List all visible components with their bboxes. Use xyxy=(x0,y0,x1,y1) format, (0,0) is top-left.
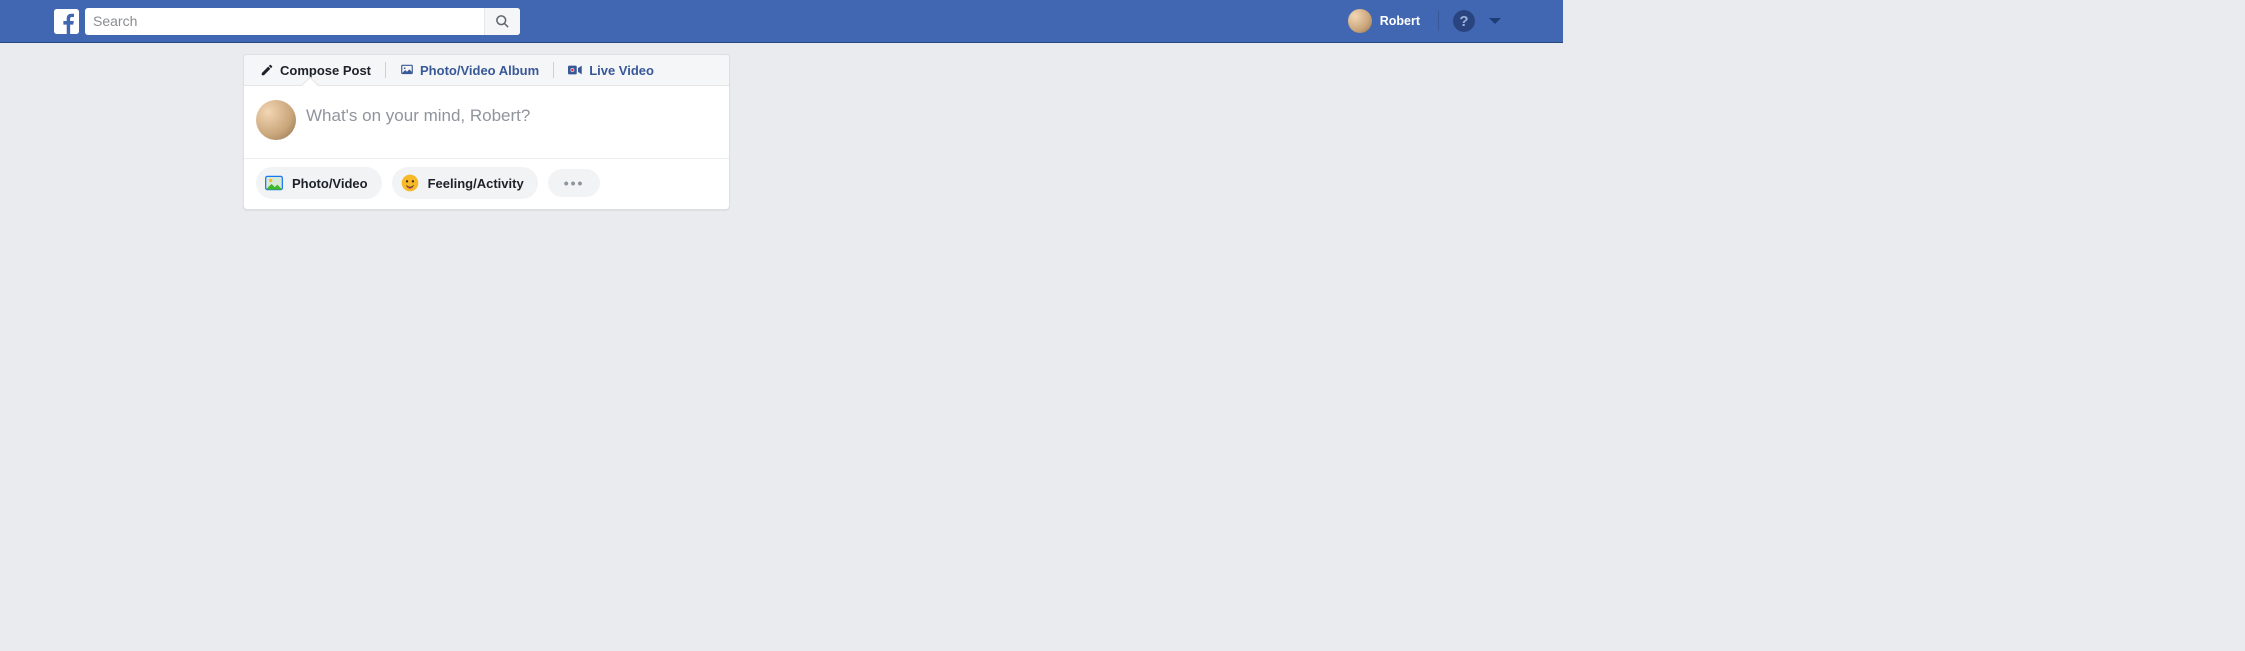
account-menu-dropdown[interactable] xyxy=(1489,18,1501,24)
search-button[interactable] xyxy=(484,8,520,35)
help-button[interactable]: ? xyxy=(1453,10,1475,32)
tab-compose-label: Compose Post xyxy=(280,63,371,78)
post-composer: Compose Post Photo/Video Album xyxy=(243,54,730,210)
divider xyxy=(553,62,554,78)
add-photo-video-button[interactable]: Photo/Video xyxy=(256,167,382,199)
tab-live-label: Live Video xyxy=(589,63,654,78)
profile-link[interactable]: Robert xyxy=(1344,9,1424,33)
pencil-icon xyxy=(260,63,274,77)
photo-video-label: Photo/Video xyxy=(292,176,368,191)
tab-album-label: Photo/Video Album xyxy=(420,63,539,78)
avatar xyxy=(256,100,296,140)
search-input[interactable] xyxy=(85,8,520,35)
divider xyxy=(385,62,386,78)
composer-actions: Photo/Video Feeling/Activity ••• xyxy=(244,159,729,209)
post-text-input[interactable]: What's on your mind, Robert? xyxy=(306,100,717,126)
profile-name: Robert xyxy=(1380,14,1420,28)
page-content: Compose Post Photo/Video Album xyxy=(0,43,1563,210)
composer-body: What's on your mind, Robert? xyxy=(244,86,729,159)
topbar-right: Robert ? xyxy=(1344,9,1509,33)
composer-tabs: Compose Post Photo/Video Album xyxy=(244,55,729,86)
image-icon xyxy=(400,63,414,77)
smiley-icon xyxy=(400,173,420,193)
avatar xyxy=(1348,9,1372,33)
facebook-f-icon xyxy=(54,9,79,34)
divider xyxy=(1438,11,1439,31)
feeling-activity-label: Feeling/Activity xyxy=(428,176,524,191)
more-options-button[interactable]: ••• xyxy=(548,169,601,197)
tab-compose-post[interactable]: Compose Post xyxy=(256,63,375,78)
add-feeling-activity-button[interactable]: Feeling/Activity xyxy=(392,167,538,199)
question-icon: ? xyxy=(1459,13,1468,30)
tab-photo-album[interactable]: Photo/Video Album xyxy=(396,63,543,78)
search-icon xyxy=(495,14,510,29)
facebook-logo[interactable] xyxy=(54,9,79,34)
video-icon xyxy=(568,63,583,77)
top-navbar: Robert ? xyxy=(0,0,1563,43)
photo-icon xyxy=(264,173,284,193)
search-container xyxy=(85,8,520,35)
ellipsis-icon: ••• xyxy=(564,175,585,191)
tab-live-video[interactable]: Live Video xyxy=(564,63,658,78)
